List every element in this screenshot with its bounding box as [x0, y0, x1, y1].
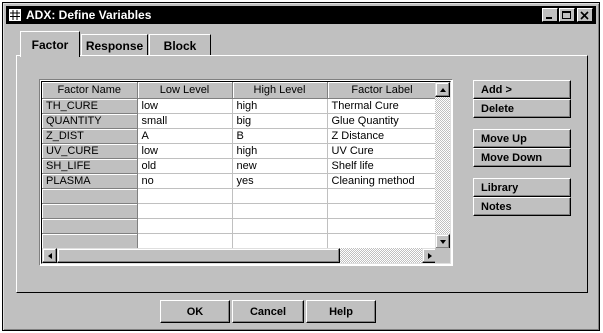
move-up-button-label: Move Up	[481, 132, 527, 145]
notes-button[interactable]: Notes	[473, 197, 571, 216]
empty-table-row[interactable]	[42, 188, 438, 204]
column-header-factor-name[interactable]: Factor Name	[42, 82, 138, 99]
add-button-label: Add >	[481, 83, 512, 96]
scrollbar-corner	[435, 248, 450, 263]
factor-name-cell[interactable]: Z_DIST	[42, 128, 138, 144]
scroll-down-button[interactable]	[435, 234, 450, 249]
help-button[interactable]: Help	[306, 300, 376, 323]
table-row[interactable]: UV_CURE low high UV Cure	[42, 143, 438, 159]
vertical-scrollbar[interactable]	[435, 82, 450, 249]
tab-factor[interactable]: Factor	[20, 31, 80, 57]
horizontal-scroll-thumb[interactable]	[57, 248, 340, 263]
arrow-up-icon	[440, 88, 446, 92]
table-row[interactable]: Z_DIST A B Z Distance	[42, 128, 438, 144]
column-header-high-level[interactable]: High Level	[232, 82, 328, 99]
high-level-cell[interactable]: B	[232, 128, 328, 144]
column-header-factor-label[interactable]: Factor Label	[327, 82, 438, 99]
cancel-button-label: Cancel	[249, 305, 287, 318]
empty-table-row[interactable]	[42, 203, 438, 219]
factor-name-cell[interactable]: PLASMA	[42, 173, 138, 189]
move-down-button-label: Move Down	[481, 151, 543, 164]
low-level-cell[interactable]: old	[137, 158, 233, 174]
factor-name-cell[interactable]: TH_CURE	[42, 98, 138, 114]
delete-button[interactable]: Delete	[473, 99, 571, 118]
table-row[interactable]: QUANTITY small big Glue Quantity	[42, 113, 438, 129]
factor-label-cell[interactable]: UV Cure	[327, 143, 438, 159]
title-bar[interactable]: ADX: Define Variables	[6, 6, 596, 24]
maximize-icon	[562, 11, 571, 19]
column-header-low-level[interactable]: Low Level	[137, 82, 233, 99]
tab-response-label: Response	[85, 38, 144, 53]
move-up-button[interactable]: Move Up	[473, 129, 571, 148]
window-title: ADX: Define Variables	[26, 8, 152, 22]
minimize-button[interactable]	[542, 8, 558, 22]
low-level-cell[interactable]: no	[137, 173, 233, 189]
maximize-button[interactable]	[559, 8, 575, 22]
ok-button[interactable]: OK	[160, 300, 230, 323]
notes-button-label: Notes	[481, 200, 512, 213]
factor-name-cell[interactable]: UV_CURE	[42, 143, 138, 159]
empty-table-row[interactable]	[42, 218, 438, 234]
table-row[interactable]: SH_LIFE old new Shelf life	[42, 158, 438, 174]
empty-table-row[interactable]	[42, 233, 438, 249]
horizontal-scrollbar[interactable]	[42, 248, 437, 263]
scroll-up-button[interactable]	[435, 82, 450, 97]
scroll-left-button[interactable]	[42, 248, 57, 263]
delete-button-label: Delete	[481, 102, 515, 115]
library-button-label: Library	[481, 181, 519, 194]
factor-table: Factor Name Low Level High Level Factor …	[42, 82, 438, 249]
library-button[interactable]: Library	[473, 178, 571, 197]
tab-factor-label: Factor	[31, 37, 69, 52]
factor-grid: Factor Name Low Level High Level Factor …	[39, 79, 453, 266]
arrow-right-icon	[428, 253, 432, 259]
tab-response[interactable]: Response	[81, 34, 148, 56]
cancel-button[interactable]: Cancel	[232, 300, 304, 323]
high-level-cell[interactable]: new	[232, 158, 328, 174]
close-icon	[580, 11, 589, 20]
help-button-label: Help	[329, 305, 353, 318]
factor-label-cell[interactable]: Cleaning method	[327, 173, 438, 189]
arrow-down-icon	[440, 240, 446, 244]
tab-block-label: Block	[163, 38, 197, 53]
high-level-cell[interactable]: high	[232, 98, 328, 114]
low-level-cell[interactable]: A	[137, 128, 233, 144]
high-level-cell[interactable]: big	[232, 113, 328, 129]
close-button[interactable]	[577, 8, 593, 22]
table-row[interactable]: TH_CURE low high Thermal Cure	[42, 98, 438, 114]
factor-label-cell[interactable]: Glue Quantity	[327, 113, 438, 129]
minimize-icon	[546, 17, 552, 19]
table-row[interactable]: PLASMA no yes Cleaning method	[42, 173, 438, 189]
low-level-cell[interactable]: low	[137, 98, 233, 114]
factor-label-cell[interactable]: Shelf life	[327, 158, 438, 174]
factor-name-cell[interactable]: SH_LIFE	[42, 158, 138, 174]
tab-block[interactable]: Block	[149, 34, 211, 56]
high-level-cell[interactable]: yes	[232, 173, 328, 189]
factor-label-cell[interactable]: Z Distance	[327, 128, 438, 144]
ok-button-label: OK	[186, 305, 204, 318]
high-level-cell[interactable]: high	[232, 143, 328, 159]
low-level-cell[interactable]: low	[137, 143, 233, 159]
factor-label-cell[interactable]: Thermal Cure	[327, 98, 438, 114]
arrow-left-icon	[48, 253, 52, 259]
move-down-button[interactable]: Move Down	[473, 148, 571, 167]
low-level-cell[interactable]: small	[137, 113, 233, 129]
table-app-icon	[9, 9, 21, 21]
factor-name-cell[interactable]: QUANTITY	[42, 113, 138, 129]
add-button[interactable]: Add >	[473, 80, 571, 99]
